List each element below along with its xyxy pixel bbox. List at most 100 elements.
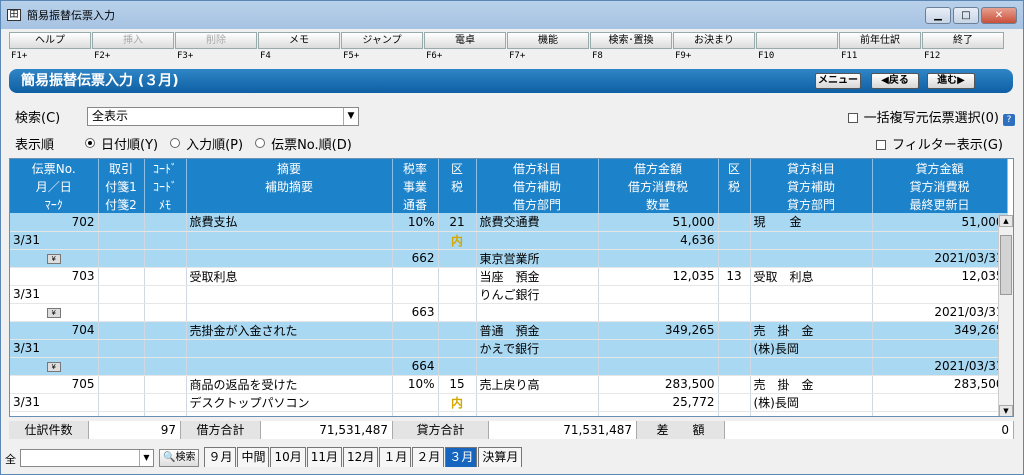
fkey-button[interactable]: 前年仕訳	[839, 32, 921, 49]
grid-cell[interactable]	[186, 339, 393, 358]
column-header[interactable]: 税	[718, 177, 751, 195]
column-header[interactable]: 借方金額	[598, 159, 719, 177]
tab-search-select[interactable]: ▼	[20, 449, 154, 467]
grid-cell[interactable]	[718, 411, 751, 416]
grid-cell[interactable]	[718, 249, 751, 268]
grid-cell[interactable]	[476, 411, 599, 416]
column-header[interactable]	[438, 195, 477, 213]
grid-cell[interactable]	[392, 321, 439, 340]
grid-cell[interactable]: 703	[10, 267, 99, 286]
column-header[interactable]: 摘要	[186, 159, 393, 177]
vertical-scrollbar[interactable]: ▲ ▼	[998, 215, 1013, 416]
fkey-button[interactable]: 挿入	[92, 32, 174, 49]
column-header[interactable]: 事業	[392, 177, 439, 195]
column-header[interactable]: 借方補助	[476, 177, 599, 195]
grid-cell[interactable]	[476, 393, 599, 412]
grid-cell[interactable]: 704	[10, 321, 99, 340]
help-icon[interactable]: ?	[1003, 113, 1015, 126]
column-header[interactable]: 貸方科目	[750, 159, 873, 177]
grid-cell[interactable]: 349,265	[598, 321, 719, 340]
grid-cell[interactable]: 当座 預金	[476, 267, 599, 286]
grid-cell[interactable]	[438, 339, 477, 358]
grid-cell[interactable]	[438, 267, 477, 286]
column-header[interactable]: 付箋2	[98, 195, 145, 213]
grid-cell[interactable]	[392, 231, 439, 250]
table-row[interactable]: ¥663 2021/03/31	[10, 303, 1008, 322]
column-header[interactable]: 借方部門	[476, 195, 599, 213]
grid-cell[interactable]	[144, 321, 187, 340]
grid-cell[interactable]: 4,636	[598, 231, 719, 250]
column-header[interactable]: 伝票No.	[10, 159, 99, 177]
fkey-button[interactable]: 終了	[922, 32, 1004, 49]
minimize-button[interactable]: ▁	[925, 7, 951, 24]
grid-cell[interactable]: 3/31	[10, 339, 99, 358]
grid-cell[interactable]	[598, 303, 719, 322]
grid-cell[interactable]	[718, 285, 751, 304]
grid-cell[interactable]: 51,000	[872, 213, 1008, 232]
column-header[interactable]: 税率	[392, 159, 439, 177]
column-header[interactable]: 借方科目	[476, 159, 599, 177]
grid-cell[interactable]: 15	[438, 375, 477, 394]
grid-cell[interactable]	[392, 339, 439, 358]
table-row[interactable]	[10, 411, 1008, 416]
grid-cell[interactable]	[98, 303, 145, 322]
grid-cell[interactable]	[438, 321, 477, 340]
table-row[interactable]: 703 受取利息 当座 預金 12,035 13 受取 利息 12,035	[10, 267, 1008, 286]
table-row[interactable]: 3/31 りんご銀行	[10, 285, 1008, 304]
tab-month[interactable]: 11月	[306, 447, 343, 467]
grid-cell[interactable]: 2021/03/31	[872, 249, 1008, 268]
grid-cell[interactable]: 663	[392, 303, 439, 322]
grid-cell[interactable]: 東京営業所	[476, 249, 599, 268]
tab-month[interactable]: 決算月	[478, 447, 523, 467]
grid-cell[interactable]: 売上戻り高	[476, 375, 599, 394]
tab-month[interactable]: 中間	[237, 447, 270, 467]
grid-cell[interactable]	[598, 285, 719, 304]
grid-cell[interactable]	[718, 339, 751, 358]
grid-cell[interactable]	[186, 249, 393, 268]
grid-cell[interactable]: 10%	[392, 213, 439, 232]
grid-cell[interactable]	[718, 231, 751, 250]
grid-cell[interactable]: かえで銀行	[476, 339, 599, 358]
grid-cell[interactable]: 旅費交通費	[476, 213, 599, 232]
column-header[interactable]: 借方消費税	[598, 177, 719, 195]
grid-cell[interactable]	[98, 411, 145, 416]
batch-copy-option[interactable]: 一括複写元伝票選択(0)?	[847, 107, 1015, 126]
grid-cell[interactable]: 内	[438, 393, 477, 412]
fkey-button[interactable]: 削除	[175, 32, 257, 49]
menu-button[interactable]: メニュー	[815, 73, 861, 89]
sort-voucher-radio[interactable]	[255, 138, 266, 148]
grid-cell[interactable]	[438, 303, 477, 322]
grid-cell[interactable]: 662	[392, 249, 439, 268]
table-row[interactable]: 3/31 デスクトップパソコン 内 25,772 (株)長岡	[10, 393, 1008, 412]
grid-cell[interactable]: 25,772	[598, 393, 719, 412]
grid-cell[interactable]	[718, 213, 751, 232]
table-row[interactable]: 702 旅費支払 10% 21 旅費交通費 51,000 現 金 51,000	[10, 213, 1008, 232]
fkey-button[interactable]: 機能	[507, 32, 589, 49]
grid-cell[interactable]: 普通 預金	[476, 321, 599, 340]
grid-cell[interactable]	[144, 285, 187, 304]
column-header[interactable]: ｺｰﾄﾞ	[144, 177, 187, 195]
fkey-button[interactable]: 検索･置換	[590, 32, 672, 49]
scroll-up-icon[interactable]: ▲	[999, 215, 1013, 227]
grid-cell[interactable]	[392, 267, 439, 286]
grid-cell[interactable]: ¥	[10, 357, 99, 376]
grid-cell[interactable]	[750, 357, 873, 376]
column-header[interactable]: 税	[438, 177, 477, 195]
tab-month[interactable]: ２月	[412, 447, 445, 467]
grid-cell[interactable]	[718, 321, 751, 340]
grid-cell[interactable]: (株)長岡	[750, 393, 873, 412]
column-header[interactable]: 最終更新日	[872, 195, 1008, 213]
fkey-button[interactable]: お決まり	[673, 32, 755, 49]
grid-cell[interactable]: 旅費支払	[186, 213, 393, 232]
grid-cell[interactable]	[598, 357, 719, 376]
grid-cell[interactable]	[98, 393, 145, 412]
grid-cell[interactable]: 2021/03/31	[872, 357, 1008, 376]
grid-cell[interactable]	[476, 303, 599, 322]
grid-cell[interactable]	[750, 411, 873, 416]
grid-cell[interactable]	[750, 303, 873, 322]
grid-cell[interactable]: 12,035	[872, 267, 1008, 286]
grid-cell[interactable]	[598, 411, 719, 416]
grid-cell[interactable]: りんご銀行	[476, 285, 599, 304]
grid-cell[interactable]: 現 金	[750, 213, 873, 232]
grid-cell[interactable]	[98, 375, 145, 394]
